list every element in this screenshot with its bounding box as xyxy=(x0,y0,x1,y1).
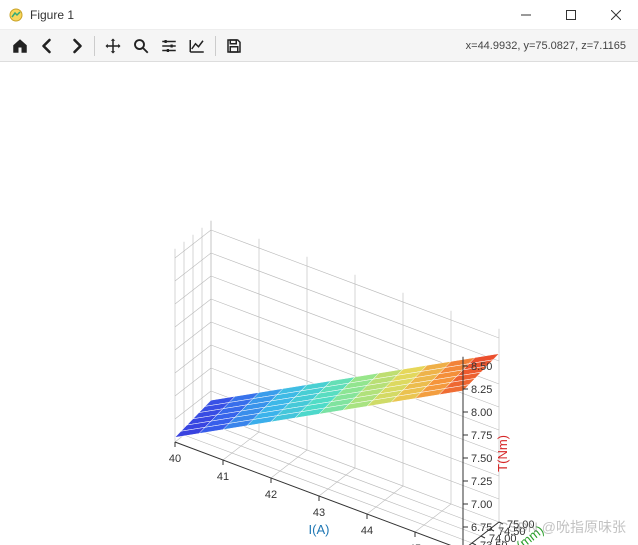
app-icon xyxy=(8,7,24,23)
toolbar-separator xyxy=(215,36,216,56)
move-icon xyxy=(104,37,122,55)
svg-text:8.00: 8.00 xyxy=(471,407,492,419)
maximize-icon xyxy=(566,10,576,20)
subplots-button[interactable] xyxy=(155,32,183,60)
svg-text:43: 43 xyxy=(313,507,325,519)
close-button[interactable] xyxy=(593,0,638,30)
forward-button[interactable] xyxy=(62,32,90,60)
svg-text:T(Nm): T(Nm) xyxy=(495,435,510,472)
svg-text:42: 42 xyxy=(265,489,277,501)
axes-edit-button[interactable] xyxy=(183,32,211,60)
home-button[interactable] xyxy=(6,32,34,60)
svg-text:7.75: 7.75 xyxy=(471,430,492,442)
save-icon xyxy=(225,37,243,55)
surface-plot: 6.757.007.257.507.758.008.258.50T(Nm)404… xyxy=(0,62,638,545)
chart-line-icon xyxy=(188,37,206,55)
back-button[interactable] xyxy=(34,32,62,60)
svg-text:I(A): I(A) xyxy=(309,522,330,537)
svg-text:41: 41 xyxy=(217,471,229,483)
minimize-button[interactable] xyxy=(503,0,548,30)
svg-text:7.50: 7.50 xyxy=(471,453,492,465)
maximize-button[interactable] xyxy=(548,0,593,30)
pan-button[interactable] xyxy=(99,32,127,60)
toolbar: x=44.9932, y=75.0827, z=7.1165 xyxy=(0,30,638,62)
svg-text:7.25: 7.25 xyxy=(471,476,492,488)
svg-text:8.25: 8.25 xyxy=(471,384,492,396)
svg-text:40: 40 xyxy=(169,453,181,465)
cursor-coords: x=44.9932, y=75.0827, z=7.1165 xyxy=(466,40,632,52)
sliders-icon xyxy=(160,37,178,55)
zoom-button[interactable] xyxy=(127,32,155,60)
window-title: Figure 1 xyxy=(30,8,503,22)
svg-text:44: 44 xyxy=(361,525,373,537)
home-icon xyxy=(11,37,29,55)
toolbar-separator xyxy=(94,36,95,56)
window-titlebar: Figure 1 xyxy=(0,0,638,30)
magnify-icon xyxy=(132,37,150,55)
save-button[interactable] xyxy=(220,32,248,60)
arrow-left-icon xyxy=(39,37,57,55)
svg-text:7.00: 7.00 xyxy=(471,499,492,511)
arrow-right-icon xyxy=(67,37,85,55)
minimize-icon xyxy=(521,10,531,20)
plot-area[interactable]: 6.757.007.257.507.758.008.258.50T(Nm)404… xyxy=(0,62,638,545)
svg-text:8.50: 8.50 xyxy=(471,361,492,373)
close-icon xyxy=(611,10,621,20)
